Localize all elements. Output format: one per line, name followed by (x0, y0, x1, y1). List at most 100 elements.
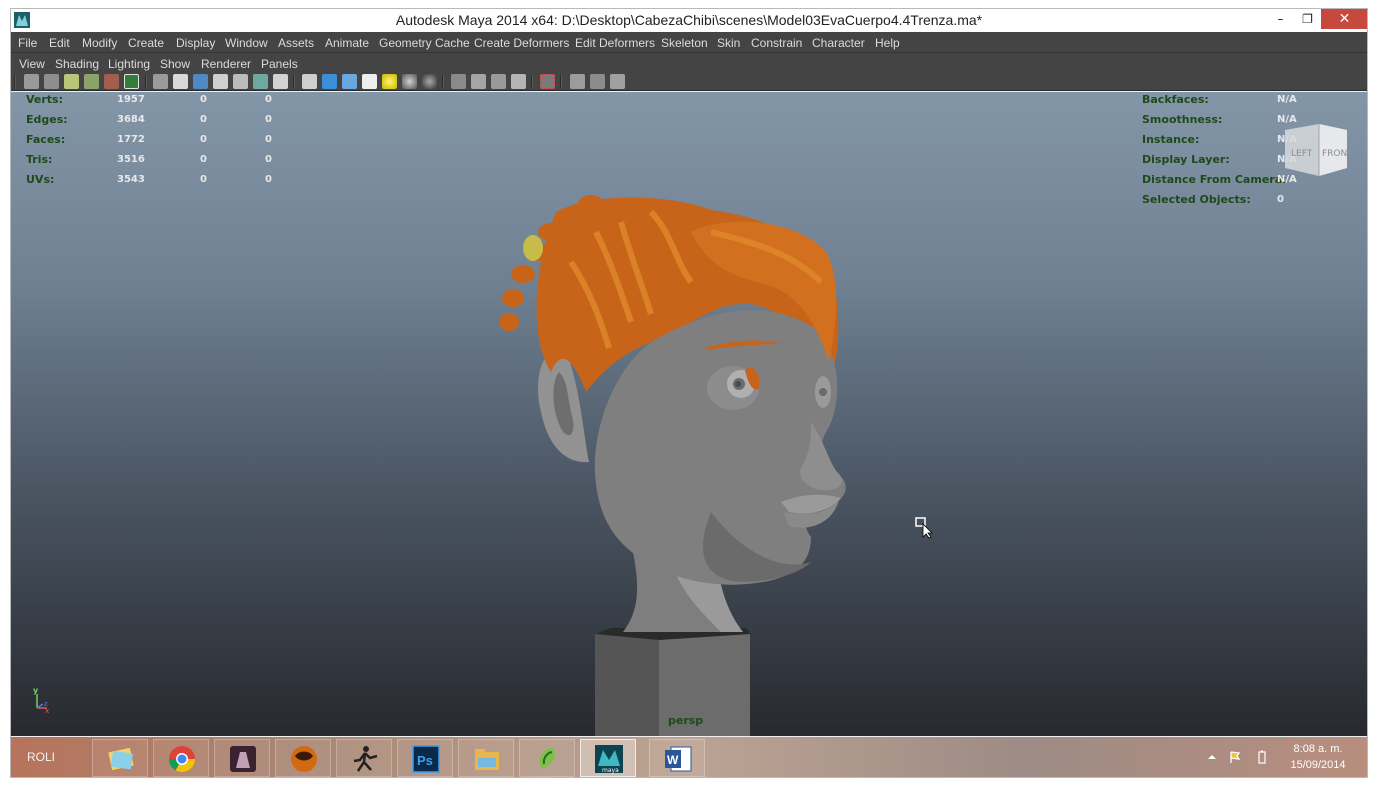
anti-aliasing-icon[interactable] (511, 74, 526, 89)
menu-create[interactable]: Create (128, 36, 164, 50)
menu-help[interactable]: Help (875, 36, 900, 50)
menu-animate[interactable]: Animate (325, 36, 369, 50)
mortal-kombat-icon (291, 746, 317, 772)
taskbar-word[interactable]: W (649, 739, 705, 777)
hud-tris-label: Tris: (26, 153, 53, 166)
head-model[interactable] (11, 92, 1368, 736)
viewcube-left-label[interactable]: LEFT (1291, 149, 1313, 159)
taskbar-folder[interactable] (458, 739, 514, 777)
hud-smoothness-label: Smoothness: (1142, 113, 1223, 126)
select-camera-icon[interactable] (24, 74, 39, 89)
menu-skeleton[interactable]: Skeleton (661, 36, 708, 50)
maximize-button[interactable]: ❐ (1294, 9, 1321, 29)
menu-constrain[interactable]: Constrain (751, 36, 802, 50)
field-chart-icon[interactable] (213, 74, 228, 89)
menu-character[interactable]: Character (812, 36, 865, 50)
panel-menu-lighting[interactable]: Lighting (108, 57, 150, 71)
maya-icon: maya (595, 745, 623, 774)
taskbar-corel[interactable] (519, 739, 575, 777)
hud-verts-components: 0 (265, 94, 272, 105)
wireframe-shading-icon[interactable] (302, 74, 317, 89)
wireframe-icon[interactable] (153, 74, 168, 89)
grid-icon[interactable] (104, 74, 119, 89)
maya-window: Autodesk Maya 2014 x64: D:\Desktop\Cabez… (10, 8, 1368, 778)
use-all-lights-icon[interactable] (382, 74, 397, 89)
menu-geometry-cache[interactable]: Geometry Cache (379, 36, 470, 50)
taskbar-file-explorer[interactable] (92, 739, 148, 777)
menu-modify[interactable]: Modify (82, 36, 117, 50)
hud-verts-selected: 0 (200, 94, 207, 105)
taskbar-mortal-kombat[interactable] (275, 739, 331, 777)
shadows-icon[interactable] (402, 74, 417, 89)
panel-menu-show[interactable]: Show (160, 57, 190, 71)
menu-assets[interactable]: Assets (278, 36, 314, 50)
close-button[interactable]: ✕ (1321, 9, 1367, 29)
xray-icon[interactable] (422, 74, 437, 89)
menu-display[interactable]: Display (176, 36, 215, 50)
tray-expand-icon[interactable] (1205, 750, 1219, 764)
clock-time[interactable]: 8:08 a. m. (1288, 743, 1348, 755)
perspective-viewport[interactable]: Verts: 1957 0 0 Edges: 3684 0 0 Faces: 1… (11, 92, 1368, 736)
hud-distance-label: Distance From Camera: (1142, 173, 1287, 186)
camera-attributes-icon[interactable] (44, 74, 59, 89)
motion-blur-icon[interactable] (491, 74, 506, 89)
menu-skin[interactable]: Skin (717, 36, 740, 50)
resolution-gate-icon[interactable] (173, 74, 188, 89)
panel-toolbar: View Shading Lighting Show Renderer Pane… (11, 53, 1367, 91)
gate-mask-icon[interactable] (193, 74, 208, 89)
hud-display-layer-label: Display Layer: (1142, 153, 1230, 166)
taskbar-game[interactable] (214, 739, 270, 777)
bookmark-icon[interactable] (64, 74, 79, 89)
taskbar-zbrush[interactable] (336, 739, 392, 777)
view-cube-toggle-icon[interactable] (570, 74, 585, 89)
panel-menu-shading[interactable]: Shading (55, 57, 99, 71)
safe-title-icon[interactable] (253, 74, 268, 89)
title-bar[interactable]: Autodesk Maya 2014 x64: D:\Desktop\Cabez… (11, 9, 1367, 32)
hud-backfaces-value: N/A (1277, 94, 1297, 105)
menu-edit[interactable]: Edit (49, 36, 70, 50)
toolbar-separator (531, 75, 533, 89)
hud-instance-label: Instance: (1142, 133, 1200, 146)
hud-uvs-components: 0 (265, 174, 272, 185)
film-gate-icon[interactable] (124, 74, 139, 89)
hud-verts-value: 1957 (117, 94, 145, 105)
high-quality-icon[interactable] (451, 74, 466, 89)
toolbar-separator (14, 75, 16, 89)
two-sided-lighting-icon[interactable] (590, 74, 605, 89)
taskbar-maya[interactable]: maya (580, 739, 636, 777)
battery-icon[interactable] (1255, 750, 1269, 764)
menu-file[interactable]: File (18, 36, 37, 50)
hud-tris-components: 0 (265, 154, 272, 165)
textured-icon[interactable] (362, 74, 377, 89)
hud-uvs-label: UVs: (26, 173, 55, 186)
viewcube-front-label[interactable]: FRONT (1322, 149, 1351, 159)
menu-window[interactable]: Window (225, 36, 268, 50)
clock-date[interactable]: 15/09/2014 (1288, 759, 1348, 771)
wireframe-on-shaded-icon[interactable] (342, 74, 357, 89)
hud-text-icon[interactable] (273, 74, 288, 89)
share-icon[interactable] (610, 74, 625, 89)
hud-backfaces-label: Backfaces: (1142, 93, 1209, 106)
hud-tris-selected: 0 (200, 154, 207, 165)
ambient-occlusion-icon[interactable] (471, 74, 486, 89)
zbrush-icon (353, 746, 378, 772)
panel-menu-panels[interactable]: Panels (261, 57, 298, 71)
image-plane-icon[interactable] (84, 74, 99, 89)
axis-x-label: x (45, 707, 49, 714)
minimize-button[interactable]: – (1267, 9, 1294, 29)
action-center-flag-icon[interactable] (1228, 750, 1242, 764)
panel-menu-renderer[interactable]: Renderer (201, 57, 251, 71)
menu-edit-deformers[interactable]: Edit Deformers (575, 36, 655, 50)
isolate-select-icon[interactable] (540, 74, 555, 89)
panel-menu-view[interactable]: View (19, 57, 45, 71)
menu-create-deformers[interactable]: Create Deformers (474, 36, 569, 50)
toolbar-separator (145, 75, 147, 89)
hud-edges-value: 3684 (117, 114, 145, 125)
safe-action-icon[interactable] (233, 74, 248, 89)
view-cube[interactable]: LEFT FRONT (1281, 116, 1351, 182)
taskbar-photoshop[interactable]: Ps (397, 739, 453, 777)
taskbar-chrome[interactable] (153, 739, 209, 777)
corel-icon (539, 748, 555, 768)
axis-y-label: y (33, 686, 39, 695)
smooth-shade-icon[interactable] (322, 74, 337, 89)
